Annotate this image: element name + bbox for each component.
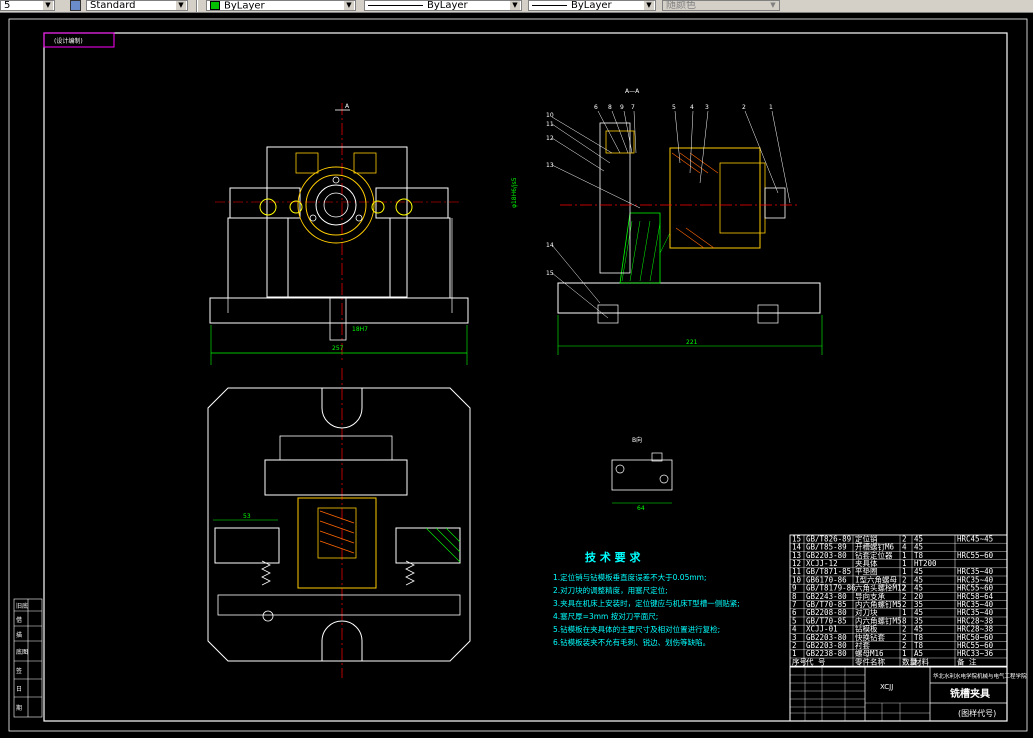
bom-header-cell: 材料 <box>914 656 929 666</box>
callout-number: 7 <box>631 104 635 111</box>
corner-tag: (设计编制) <box>54 37 83 45</box>
tech-req-line: 2.对刀块的调整精度，用塞尺定位; <box>553 585 668 595</box>
linetype-preview-icon <box>368 4 423 6</box>
callout-number: 14 <box>546 242 554 249</box>
dimension-text: 221 <box>686 339 698 346</box>
callout-number: 11 <box>546 121 554 128</box>
callout-number: 3 <box>705 104 709 111</box>
textstyle-dropdown[interactable]: Standard ▼ <box>86 0 188 11</box>
dimension-text: 257 <box>332 345 344 352</box>
dimension-text: 53 <box>243 513 251 520</box>
green-swatch-icon <box>210 1 220 10</box>
tech-req-line: 5.钻模板在夹具体的主要尺寸及相对位置进行复检; <box>553 624 720 634</box>
callout-number: 15 <box>546 270 554 277</box>
toolbar-separator <box>196 0 198 12</box>
callout-number: 5 <box>672 104 676 111</box>
dimension-text: φ18H6/js5 <box>511 177 518 208</box>
section-arrow-label: A <box>345 103 350 110</box>
bom-cell: HRC45~45 <box>957 534 993 543</box>
lineweight-dropdown[interactable]: ByLayer ▼ <box>528 0 656 11</box>
color-dropdown[interactable]: ByLayer ▼ <box>206 0 356 11</box>
dimension-text: 64 <box>637 505 645 512</box>
tech-requirements: 技 术 要 求 1.定位销与钻模板垂直度误差不大于0.05mm; 2.对刀块的调… <box>553 550 740 647</box>
top-view[interactable]: 53 <box>207 368 471 678</box>
bom-cell: HRC55~60 <box>957 551 994 560</box>
section-label: A—A <box>625 88 640 95</box>
callout-number: 1 <box>769 104 773 111</box>
chevron-down-icon: ▼ <box>768 1 778 10</box>
plotstyle-value: 随颜色 <box>666 0 696 11</box>
bom-header-cell: 备 注 <box>957 656 977 666</box>
dimension-text: 18H7 <box>352 326 368 333</box>
bom-header-cell: 零件名称 <box>855 656 885 666</box>
front-view[interactable]: A 257 18H7 <box>209 103 469 365</box>
scale-tag: XCJJ <box>880 683 893 691</box>
sidebar-mark: 旧底 <box>16 602 28 610</box>
textstyle-icon[interactable] <box>70 0 81 11</box>
chevron-down-icon: ▼ <box>644 1 654 10</box>
lineweight-value: ByLayer <box>571 0 612 11</box>
tech-req-line: 6.钻模板装夹不允有毛刺、锐边、划伤等缺陷。 <box>553 637 710 647</box>
school-name: 华北水利水电学院机械与电气工程学院 <box>933 672 1027 680</box>
section-view[interactable]: A—A 221 φ18H6/js5 6 8 9 7 5 4 3 2 1 10 1… <box>511 88 823 355</box>
drawing-canvas[interactable]: (设计编制) 旧底 借 描 底图 签 日 期 A 257 18H7 53 A—A… <box>0 13 1033 738</box>
sidebar-mark: 底图 <box>16 648 28 656</box>
callout-number: 6 <box>594 104 598 111</box>
properties-toolbar: 5 ▼ Standard ▼ ByLayer ▼ ByLayer ▼ ByLayer ▼ … <box>0 0 1033 13</box>
tech-req-line: 4.塞尺厚=3mm 按对刀平面尺; <box>553 611 658 621</box>
sidebar-mark: 借 <box>16 616 22 624</box>
chevron-down-icon: ▼ <box>510 1 520 10</box>
bom-table: 15 GB/T826-89 定位销 2 45 HRC45~4514 GB/T85-89 开槽螺… <box>789 533 1008 667</box>
chevron-down-icon: ▼ <box>176 1 186 10</box>
sidebar-labels: 旧底 借 描 底图 签 日 期 <box>16 602 28 712</box>
tech-req-title: 技 术 要 求 <box>585 550 641 564</box>
textstyle-value: Standard <box>90 0 136 11</box>
view-label: B向 <box>632 436 642 444</box>
bom-header-cell: 代 号 <box>806 656 826 666</box>
drawing-code: (图样代号) <box>958 708 996 718</box>
dimstyle-dropdown[interactable]: 5 ▼ <box>0 0 55 11</box>
callout-number: 13 <box>546 162 554 169</box>
sidebar-mark: 期 <box>16 704 22 712</box>
callout-number: 4 <box>690 104 694 111</box>
callout-number: 8 <box>608 104 612 111</box>
chevron-down-icon: ▼ <box>344 1 354 10</box>
sidebar-mark: 签 <box>16 667 22 675</box>
sidebar-mark: 描 <box>16 631 22 639</box>
sidebar-mark: 日 <box>16 686 22 693</box>
drawing-name: 铣槽夹具 <box>950 687 990 700</box>
callout-number: 12 <box>546 135 554 142</box>
linetype-value: ByLayer <box>427 0 468 11</box>
color-value: ByLayer <box>224 0 265 11</box>
bom-header-cell: 序号 <box>792 656 807 666</box>
tech-req-line: 3.夹具在机床上安装时，定位键应与机床T型槽一侧贴紧; <box>553 598 740 608</box>
chevron-down-icon: ▼ <box>43 1 53 10</box>
view-b[interactable]: B向 64 <box>611 436 673 512</box>
plotstyle-dropdown[interactable]: 随颜色 ▼ <box>662 0 780 11</box>
tech-req-line: 1.定位销与钻模板垂直度误差不大于0.05mm; <box>553 572 707 582</box>
callout-number: 10 <box>546 112 554 119</box>
lineweight-preview-icon <box>532 4 567 6</box>
title-block: 华北水利水电学院机械与电气工程学院 铣槽夹具 (图样代号) XCJJ <box>789 666 1027 722</box>
callout-number: 2 <box>742 104 746 111</box>
dimstyle-value: 5 <box>4 0 11 11</box>
callout-number: 9 <box>620 104 624 111</box>
linetype-dropdown[interactable]: ByLayer ▼ <box>364 0 522 11</box>
